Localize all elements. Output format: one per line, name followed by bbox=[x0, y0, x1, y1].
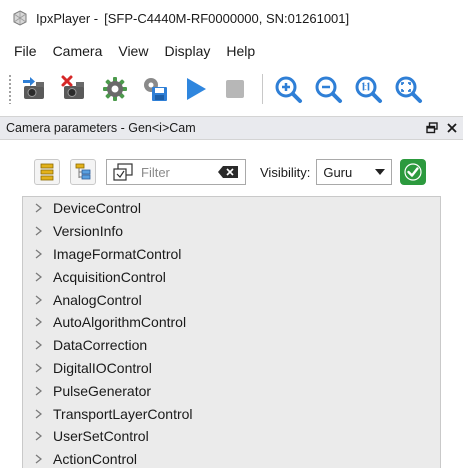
tree-item[interactable]: DeviceControl bbox=[23, 197, 440, 220]
menu-file[interactable]: File bbox=[6, 40, 45, 62]
chevron-right-icon[interactable] bbox=[23, 386, 53, 396]
apply-button[interactable] bbox=[400, 159, 427, 185]
tree-item[interactable]: ImageFormatControl bbox=[23, 243, 440, 266]
main-toolbar bbox=[0, 66, 463, 112]
menu-camera[interactable]: Camera bbox=[45, 40, 111, 62]
close-icon bbox=[447, 123, 457, 133]
toolbar-separator bbox=[262, 74, 263, 104]
toolbar-grip[interactable] bbox=[8, 74, 12, 104]
tree-item[interactable]: ActionControl bbox=[23, 448, 440, 468]
tree-item[interactable]: TransportLayerControl bbox=[23, 402, 440, 425]
camera-parameters-panel-header: Camera parameters - Gen<i>Cam bbox=[0, 116, 463, 140]
connect-camera-button[interactable] bbox=[18, 72, 52, 106]
menu-display[interactable]: Display bbox=[156, 40, 218, 62]
filter-field[interactable] bbox=[106, 159, 246, 185]
chevron-right-icon[interactable] bbox=[23, 226, 53, 236]
chevron-right-icon[interactable] bbox=[23, 203, 53, 213]
menu-view[interactable]: View bbox=[110, 40, 156, 62]
chevron-right-icon[interactable] bbox=[23, 409, 53, 419]
filter-input[interactable] bbox=[141, 164, 217, 180]
stop-acquisition-button[interactable] bbox=[218, 72, 252, 106]
clear-filter-icon[interactable] bbox=[217, 165, 239, 179]
tree-item-label: DeviceControl bbox=[53, 200, 141, 217]
zoom-fit-button[interactable] bbox=[391, 72, 425, 106]
tree-view-icon bbox=[75, 163, 91, 180]
float-window-button[interactable] bbox=[423, 119, 441, 137]
menu-bar: File Camera View Display Help bbox=[0, 38, 463, 64]
chevron-right-icon[interactable] bbox=[23, 295, 53, 305]
filter-icon bbox=[113, 163, 133, 181]
start-acquisition-button[interactable] bbox=[178, 72, 212, 106]
tree-item[interactable]: DataCorrection bbox=[23, 334, 440, 357]
window-title-detail: [SFP-C4440M-RF0000000, SN:01261001] bbox=[104, 10, 350, 26]
tree-item[interactable]: UserSetControl bbox=[23, 425, 440, 448]
window-title-app: IpxPlayer - bbox=[36, 10, 99, 26]
chevron-right-icon[interactable] bbox=[23, 272, 53, 282]
camera-connect-icon bbox=[23, 77, 44, 99]
app-icon bbox=[13, 10, 27, 26]
chevron-right-icon[interactable] bbox=[23, 249, 53, 259]
tree-item-label: DigitalIOControl bbox=[53, 359, 152, 376]
tree-item-label: AnalogControl bbox=[53, 291, 142, 308]
tree-item-label: TransportLayerControl bbox=[53, 405, 193, 422]
visibility-label: Visibility: bbox=[260, 164, 311, 180]
chevron-right-icon[interactable] bbox=[23, 363, 53, 373]
tree-item-label: UserSetControl bbox=[53, 428, 149, 445]
zoom-out-icon bbox=[315, 76, 342, 103]
tree-item[interactable]: VersionInfo bbox=[23, 220, 440, 243]
categorized-list-icon bbox=[40, 163, 54, 181]
float-window-icon bbox=[426, 122, 438, 134]
stop-icon bbox=[226, 80, 244, 98]
play-icon bbox=[187, 78, 206, 100]
visibility-selected-value: Guru bbox=[323, 164, 353, 180]
tree-item[interactable]: AutoAlgorithmControl bbox=[23, 311, 440, 334]
window-titlebar: IpxPlayer - [SFP-C4440M-RF0000000, SN:01… bbox=[0, 0, 463, 36]
panel-title: Camera parameters - Gen<i>Cam bbox=[6, 121, 196, 135]
tree-item[interactable]: AnalogControl bbox=[23, 288, 440, 311]
close-panel-button[interactable] bbox=[443, 119, 461, 137]
zoom-actual-size-button[interactable] bbox=[351, 72, 385, 106]
tree-item-label: PulseGenerator bbox=[53, 382, 152, 399]
save-settings-icon bbox=[144, 78, 167, 101]
save-settings-button[interactable] bbox=[138, 72, 172, 106]
chevron-right-icon[interactable] bbox=[23, 454, 53, 464]
parameters-toolbar: Visibility: Guru bbox=[0, 150, 463, 194]
visibility-select[interactable]: Guru bbox=[316, 159, 393, 185]
chevron-right-icon[interactable] bbox=[23, 340, 53, 350]
tree-item[interactable]: AcquisitionControl bbox=[23, 265, 440, 288]
settings-gear-icon bbox=[103, 77, 127, 101]
tree-item-label: AutoAlgorithmControl bbox=[53, 314, 187, 331]
chevron-down-icon bbox=[375, 169, 386, 175]
tree-item-label: ActionControl bbox=[53, 451, 138, 468]
chevron-right-icon[interactable] bbox=[23, 431, 53, 441]
tree-item-label: ImageFormatControl bbox=[53, 245, 182, 262]
menu-help[interactable]: Help bbox=[218, 40, 263, 62]
camera-disconnect-icon bbox=[61, 75, 84, 99]
tree-item[interactable]: PulseGenerator bbox=[23, 379, 440, 402]
tree-item-label: DataCorrection bbox=[53, 337, 148, 354]
categorized-view-button[interactable] bbox=[34, 159, 60, 185]
tree-item[interactable]: DigitalIOControl bbox=[23, 357, 440, 380]
zoom-fit-icon bbox=[395, 76, 422, 103]
zoom-out-button[interactable] bbox=[311, 72, 345, 106]
disconnect-camera-button[interactable] bbox=[58, 72, 92, 106]
zoom-in-button[interactable] bbox=[271, 72, 305, 106]
zoom-actual-size-icon bbox=[355, 76, 382, 103]
parameter-tree: DeviceControl VersionInfo ImageFormatContr… bbox=[22, 196, 441, 468]
chevron-right-icon[interactable] bbox=[23, 317, 53, 327]
tree-view-button[interactable] bbox=[70, 159, 96, 185]
tree-item-label: AcquisitionControl bbox=[53, 268, 166, 285]
tree-item-label: VersionInfo bbox=[53, 223, 124, 240]
checkmark-icon bbox=[404, 163, 422, 181]
zoom-in-icon bbox=[275, 76, 302, 103]
camera-settings-button[interactable] bbox=[98, 72, 132, 106]
